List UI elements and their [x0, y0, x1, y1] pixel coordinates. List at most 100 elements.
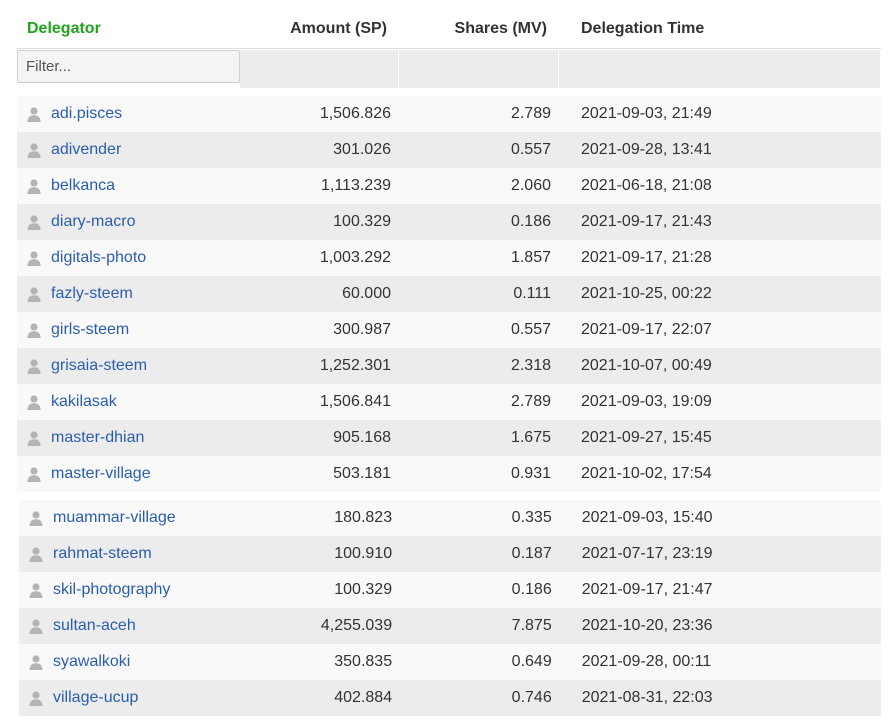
delegator-link[interactable]: master-village [51, 465, 151, 483]
delegator-cell: village-ucup [19, 689, 241, 707]
delegator-link[interactable]: grisaia-steem [51, 357, 147, 375]
amount-cell: 100.329 [334, 581, 393, 598]
filter-input[interactable] [17, 50, 240, 83]
table-row: village-ucup 402.884 0.746 2021-08-31, 2… [19, 680, 881, 716]
delegator-cell: diary-macro [17, 213, 240, 231]
amount-cell: 100.910 [334, 545, 393, 562]
delegation-time-cell: 2021-09-27, 15:45 [581, 429, 712, 446]
delegator-cell: rahmat-steem [19, 545, 241, 563]
delegation-time-cell: 2021-06-18, 21:08 [581, 177, 712, 194]
delegator-link[interactable]: muammar-village [53, 509, 176, 527]
delegator-cell: syawalkoki [19, 653, 241, 671]
delegator-cell: skil-photography [19, 581, 241, 599]
delegation-time-cell: 2021-09-28, 00:11 [581, 653, 712, 670]
shares-cell: 2.789 [510, 393, 551, 410]
delegator-cell: sultan-aceh [19, 617, 241, 635]
user-icon [29, 619, 43, 634]
filter-cell-amount [240, 50, 399, 88]
user-icon [29, 691, 43, 706]
user-icon [27, 431, 41, 446]
user-icon [27, 107, 41, 122]
user-icon [29, 511, 43, 526]
amount-cell: 180.823 [334, 509, 393, 526]
shares-cell: 2.318 [510, 357, 551, 374]
delegation-time-cell: 2021-09-28, 13:41 [581, 141, 712, 158]
shares-cell: 2.060 [510, 177, 551, 194]
table-header: Delegator Amount (SP) Shares (MV) Delega… [17, 10, 881, 49]
user-icon [27, 359, 41, 374]
column-header-delegator[interactable]: Delegator [17, 20, 240, 38]
table-body-a: adi.pisces 1,506.826 2.789 2021-09-03, 2… [17, 96, 881, 492]
amount-cell: 60.000 [342, 285, 391, 302]
amount-cell: 1,506.841 [319, 393, 391, 410]
delegation-time-cell: 2021-09-03, 19:09 [581, 393, 712, 410]
delegator-link[interactable]: adivender [51, 141, 121, 159]
delegation-time-cell: 2021-09-03, 21:49 [581, 105, 712, 122]
delegator-link[interactable]: rahmat-steem [53, 545, 152, 563]
delegator-link[interactable]: sultan-aceh [53, 617, 136, 635]
table-row: muammar-village 180.823 0.335 2021-09-03… [19, 500, 881, 536]
delegator-link[interactable]: belkanca [51, 177, 115, 195]
delegation-time-cell: 2021-10-25, 00:22 [581, 285, 712, 302]
delegator-link[interactable]: diary-macro [51, 213, 135, 231]
delegator-cell: girls-steem [17, 321, 240, 339]
delegation-time-cell: 2021-09-03, 15:40 [581, 509, 713, 526]
table-row: sultan-aceh 4,255.039 7.875 2021-10-20, … [19, 608, 881, 644]
delegator-link[interactable]: fazly-steem [51, 285, 133, 303]
delegator-link[interactable]: girls-steem [51, 321, 129, 339]
delegator-cell: adivender [17, 141, 240, 159]
delegation-time-cell: 2021-09-17, 21:47 [581, 581, 713, 598]
shares-cell: 0.557 [510, 321, 551, 338]
delegation-time-cell: 2021-10-07, 00:49 [581, 357, 712, 374]
delegation-time-cell: 2021-09-17, 21:43 [581, 213, 712, 230]
shares-cell: 0.649 [511, 653, 552, 670]
amount-cell: 1,252.301 [319, 357, 391, 374]
delegator-cell: adi.pisces [17, 105, 240, 123]
table-row: rahmat-steem 100.910 0.187 2021-07-17, 2… [19, 536, 881, 572]
delegator-cell: master-village [17, 465, 240, 483]
delegator-link[interactable]: skil-photography [53, 581, 170, 599]
table-row: belkanca 1,113.239 2.060 2021-06-18, 21:… [17, 168, 881, 204]
user-icon [27, 287, 41, 302]
delegation-time-cell: 2021-09-17, 22:07 [581, 321, 712, 338]
table-row: girls-steem 300.987 0.557 2021-09-17, 22… [17, 312, 881, 348]
table-row: skil-photography 100.329 0.186 2021-09-1… [19, 572, 881, 608]
delegator-link[interactable]: adi.pisces [51, 105, 122, 123]
table-row: syawalkoki 350.835 0.649 2021-09-28, 00:… [19, 644, 881, 680]
delegator-cell: kakilasak [17, 393, 240, 411]
table-body-b: muammar-village 180.823 0.335 2021-09-03… [19, 500, 881, 716]
column-header-delegation-time[interactable]: Delegation Time [559, 20, 881, 38]
user-icon [27, 467, 41, 482]
shares-cell: 1.857 [510, 249, 551, 266]
table-row: adi.pisces 1,506.826 2.789 2021-09-03, 2… [17, 96, 881, 132]
delegator-link[interactable]: syawalkoki [53, 653, 130, 671]
shares-cell: 0.186 [510, 213, 551, 230]
shares-cell: 0.111 [513, 285, 551, 302]
column-header-shares[interactable]: Shares (MV) [399, 20, 559, 38]
amount-cell: 1,113.239 [321, 177, 391, 194]
table-row: adivender 301.026 0.557 2021-09-28, 13:4… [17, 132, 881, 168]
table-row: master-village 503.181 0.931 2021-10-02,… [17, 456, 881, 492]
delegator-cell: digitals-photo [17, 249, 240, 267]
delegator-link[interactable]: master-dhian [51, 429, 144, 447]
shares-cell: 0.335 [511, 509, 552, 526]
shares-cell: 0.931 [510, 465, 551, 482]
shares-cell: 2.789 [510, 105, 551, 122]
shares-cell: 0.746 [511, 689, 552, 706]
table-row: master-dhian 905.168 1.675 2021-09-27, 1… [17, 420, 881, 456]
shares-cell: 7.875 [511, 617, 552, 634]
delegator-link[interactable]: village-ucup [53, 689, 138, 707]
amount-cell: 300.987 [333, 321, 391, 338]
filter-cell-time [559, 50, 881, 88]
user-icon [27, 395, 41, 410]
amount-cell: 1,506.826 [319, 105, 391, 122]
delegation-time-cell: 2021-09-17, 21:28 [581, 249, 712, 266]
column-header-amount[interactable]: Amount (SP) [240, 20, 399, 38]
delegator-link[interactable]: digitals-photo [51, 249, 146, 267]
amount-cell: 100.329 [333, 213, 391, 230]
filter-cell-delegator [17, 50, 240, 88]
delegator-link[interactable]: kakilasak [51, 393, 117, 411]
delegator-cell: fazly-steem [17, 285, 240, 303]
amount-cell: 503.181 [333, 465, 391, 482]
delegator-cell: belkanca [17, 177, 240, 195]
